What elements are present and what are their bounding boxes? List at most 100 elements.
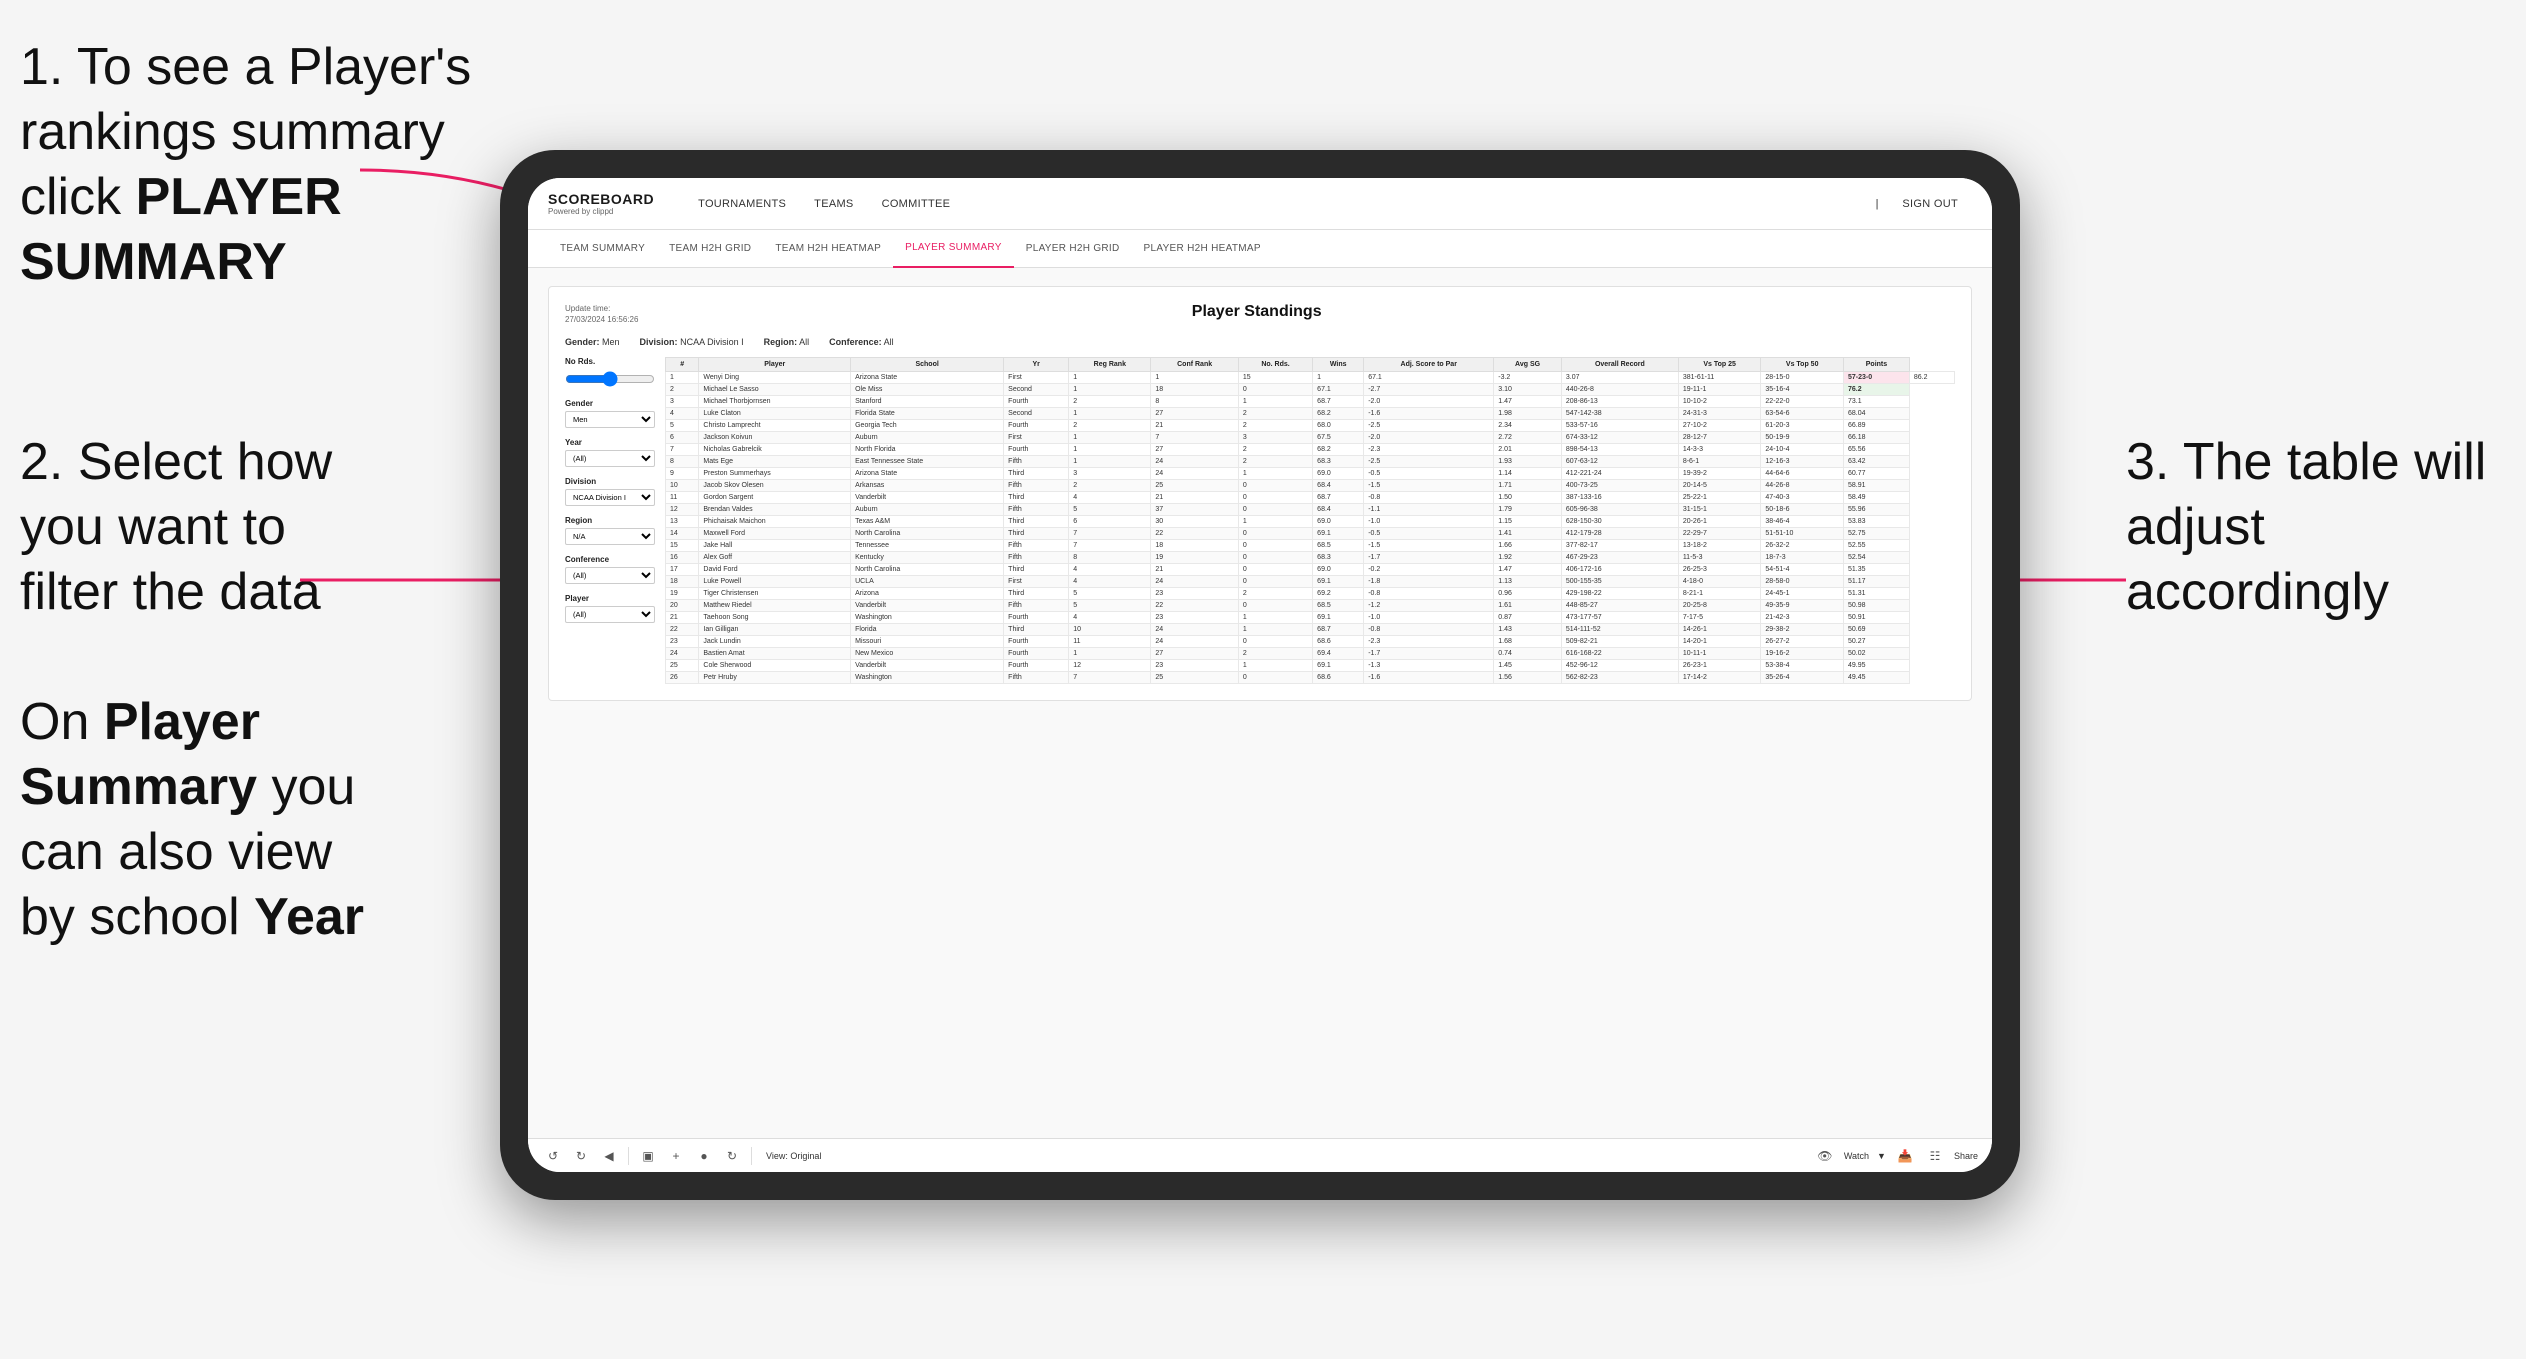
table-header-row: # Player School Yr Reg Rank Conf Rank No…: [666, 358, 1955, 372]
nords-slider[interactable]: [565, 371, 655, 387]
cell-0-6: 15: [1238, 372, 1312, 384]
cell-15-4: 8: [1069, 552, 1151, 564]
table-row[interactable]: 21Taehoon SongWashingtonFourth423169.1-1…: [666, 612, 1955, 624]
back-icon[interactable]: ◀: [598, 1145, 620, 1167]
add-icon[interactable]: +: [665, 1145, 687, 1167]
conference-select[interactable]: (All): [565, 567, 655, 584]
cell-9-6: 0: [1238, 480, 1312, 492]
cell-19-6: 0: [1238, 600, 1312, 612]
update-label: Update time:: [565, 303, 638, 314]
table-row[interactable]: 6Jackson KoivunAuburnFirst17367.5-2.02.7…: [666, 432, 1955, 444]
eye-icon[interactable]: 👁: [1814, 1145, 1836, 1167]
cell-11-10: 605-96-38: [1561, 504, 1678, 516]
cell-1-6: 0: [1238, 384, 1312, 396]
table-row[interactable]: 20Matthew RiedelVanderbiltFifth522068.5-…: [666, 600, 1955, 612]
cell-8-0: 9: [666, 468, 699, 480]
cell-23-12: 19-16-2: [1761, 648, 1844, 660]
cell-0-11: 381-61-11: [1678, 372, 1761, 384]
year-select[interactable]: (All): [565, 450, 655, 467]
table-row[interactable]: 13Phichaisak MaichonTexas A&MThird630169…: [666, 516, 1955, 528]
watch-dropdown[interactable]: ▼: [1877, 1151, 1886, 1161]
table-row[interactable]: 12Brendan ValdesAuburnFifth537068.4-1.11…: [666, 504, 1955, 516]
cell-8-3: Third: [1004, 468, 1069, 480]
cell-18-4: 5: [1069, 588, 1151, 600]
cell-25-10: 562-82-23: [1561, 672, 1678, 684]
grid-icon[interactable]: ☷: [1924, 1145, 1946, 1167]
cell-18-10: 429-198-22: [1561, 588, 1678, 600]
cell-24-13: 49.95: [1844, 660, 1910, 672]
cell-1-13: 76.2: [1844, 384, 1910, 396]
col-yr: Yr: [1004, 358, 1069, 372]
cell-23-9: 0.74: [1494, 648, 1562, 660]
table-row[interactable]: 26Petr HrubyWashingtonFifth725068.6-1.61…: [666, 672, 1955, 684]
subnav-team-h2h-grid[interactable]: TEAM H2H GRID: [657, 230, 763, 268]
cell-0-13: 57-23-0: [1844, 372, 1910, 384]
table-row[interactable]: 1Wenyi DingArizona StateFirst1115167.1-3…: [666, 372, 1955, 384]
table-row[interactable]: 11Gordon SargentVanderbiltThird421068.7-…: [666, 492, 1955, 504]
cell-1-7: 67.1: [1313, 384, 1364, 396]
table-row[interactable]: 4Luke ClatonFlorida StateSecond127268.2-…: [666, 408, 1955, 420]
instruction-step2: 2. Select how you want to filter the dat…: [20, 430, 380, 625]
sign-out-button[interactable]: Sign out: [1888, 178, 1972, 230]
subnav-team-h2h-heatmap[interactable]: TEAM H2H HEATMAP: [763, 230, 893, 268]
content-card: Update time: 27/03/2024 16:56:26 Player …: [548, 286, 1972, 701]
cell-5-2: Auburn: [851, 432, 1004, 444]
table-row[interactable]: 24Bastien AmatNew MexicoFourth127269.4-1…: [666, 648, 1955, 660]
table-row[interactable]: 9Preston SummerhaysArizona StateThird324…: [666, 468, 1955, 480]
subnav-player-summary[interactable]: PLAYER SUMMARY: [893, 230, 1014, 268]
table-row[interactable]: 8Mats EgeEast Tennessee StateFifth124268…: [666, 456, 1955, 468]
table-row[interactable]: 10Jacob Skov OlesenArkansasFifth225068.4…: [666, 480, 1955, 492]
subnav-player-h2h-grid[interactable]: PLAYER H2H GRID: [1014, 230, 1132, 268]
cell-20-8: -1.0: [1364, 612, 1494, 624]
refresh-icon[interactable]: ↻: [721, 1145, 743, 1167]
table-row[interactable]: 23Jack LundinMissouriFourth1124068.6-2.3…: [666, 636, 1955, 648]
filter-group-gender: Gender Men: [565, 399, 655, 428]
filter-group-conference: Conference (All): [565, 555, 655, 584]
cell-14-13: 52.55: [1844, 540, 1910, 552]
cell-3-12: 63-54-6: [1761, 408, 1844, 420]
cell-18-3: Third: [1004, 588, 1069, 600]
table-row[interactable]: 14Maxwell FordNorth CarolinaThird722069.…: [666, 528, 1955, 540]
table-row[interactable]: 25Cole SherwoodVanderbiltFourth1223169.1…: [666, 660, 1955, 672]
region-sidebar-label: Region: [565, 516, 655, 525]
cell-21-10: 514-111-52: [1561, 624, 1678, 636]
division-select[interactable]: NCAA Division I: [565, 489, 655, 506]
table-row[interactable]: 19Tiger ChristensenArizonaThird523269.2-…: [666, 588, 1955, 600]
cell-21-13: 50.69: [1844, 624, 1910, 636]
cell-20-13: 50.91: [1844, 612, 1910, 624]
cell-8-6: 1: [1238, 468, 1312, 480]
copy-icon[interactable]: ▣: [637, 1145, 659, 1167]
gender-select[interactable]: Men: [565, 411, 655, 428]
table-row[interactable]: 7Nicholas GabrelcikNorth FloridaFourth12…: [666, 444, 1955, 456]
table-row[interactable]: 17David FordNorth CarolinaThird421069.0-…: [666, 564, 1955, 576]
region-select[interactable]: N/A: [565, 528, 655, 545]
cell-3-10: 547-142-38: [1561, 408, 1678, 420]
cell-20-4: 4: [1069, 612, 1151, 624]
table-row[interactable]: 5Christo LamprechtGeorgia TechFourth2212…: [666, 420, 1955, 432]
table-row[interactable]: 22Ian GilliganFloridaThird1024168.7-0.81…: [666, 624, 1955, 636]
cell-10-3: Third: [1004, 492, 1069, 504]
subnav-player-h2h-heatmap[interactable]: PLAYER H2H HEATMAP: [1132, 230, 1273, 268]
nav-tournaments[interactable]: TOURNAMENTS: [684, 178, 800, 230]
nav-teams[interactable]: TEAMS: [800, 178, 867, 230]
cell-8-11: 19-39-2: [1678, 468, 1761, 480]
cell-4-0: 5: [666, 420, 699, 432]
settings-icon[interactable]: ●: [693, 1145, 715, 1167]
nav-committee[interactable]: COMMITTEE: [868, 178, 965, 230]
undo-icon[interactable]: ↺: [542, 1145, 564, 1167]
cell-25-4: 7: [1069, 672, 1151, 684]
table-row[interactable]: 18Luke PowellUCLAFirst424069.1-1.81.1350…: [666, 576, 1955, 588]
redo-icon[interactable]: ↻: [570, 1145, 592, 1167]
subnav-team-summary[interactable]: TEAM SUMMARY: [548, 230, 657, 268]
table-row[interactable]: 3Michael ThorbjornsenStanfordFourth28168…: [666, 396, 1955, 408]
cell-19-10: 448-85-27: [1561, 600, 1678, 612]
export-icon[interactable]: 📥: [1894, 1145, 1916, 1167]
table-row[interactable]: 16Alex GoffKentuckyFifth819068.3-1.71.92…: [666, 552, 1955, 564]
cell-23-0: 24: [666, 648, 699, 660]
cell-24-3: Fourth: [1004, 660, 1069, 672]
cell-12-6: 1: [1238, 516, 1312, 528]
player-select[interactable]: (All): [565, 606, 655, 623]
col-no-rds: No. Rds.: [1238, 358, 1312, 372]
table-row[interactable]: 2Michael Le SassoOle MissSecond118067.1-…: [666, 384, 1955, 396]
table-row[interactable]: 15Jake HallTennesseeFifth718068.5-1.51.6…: [666, 540, 1955, 552]
